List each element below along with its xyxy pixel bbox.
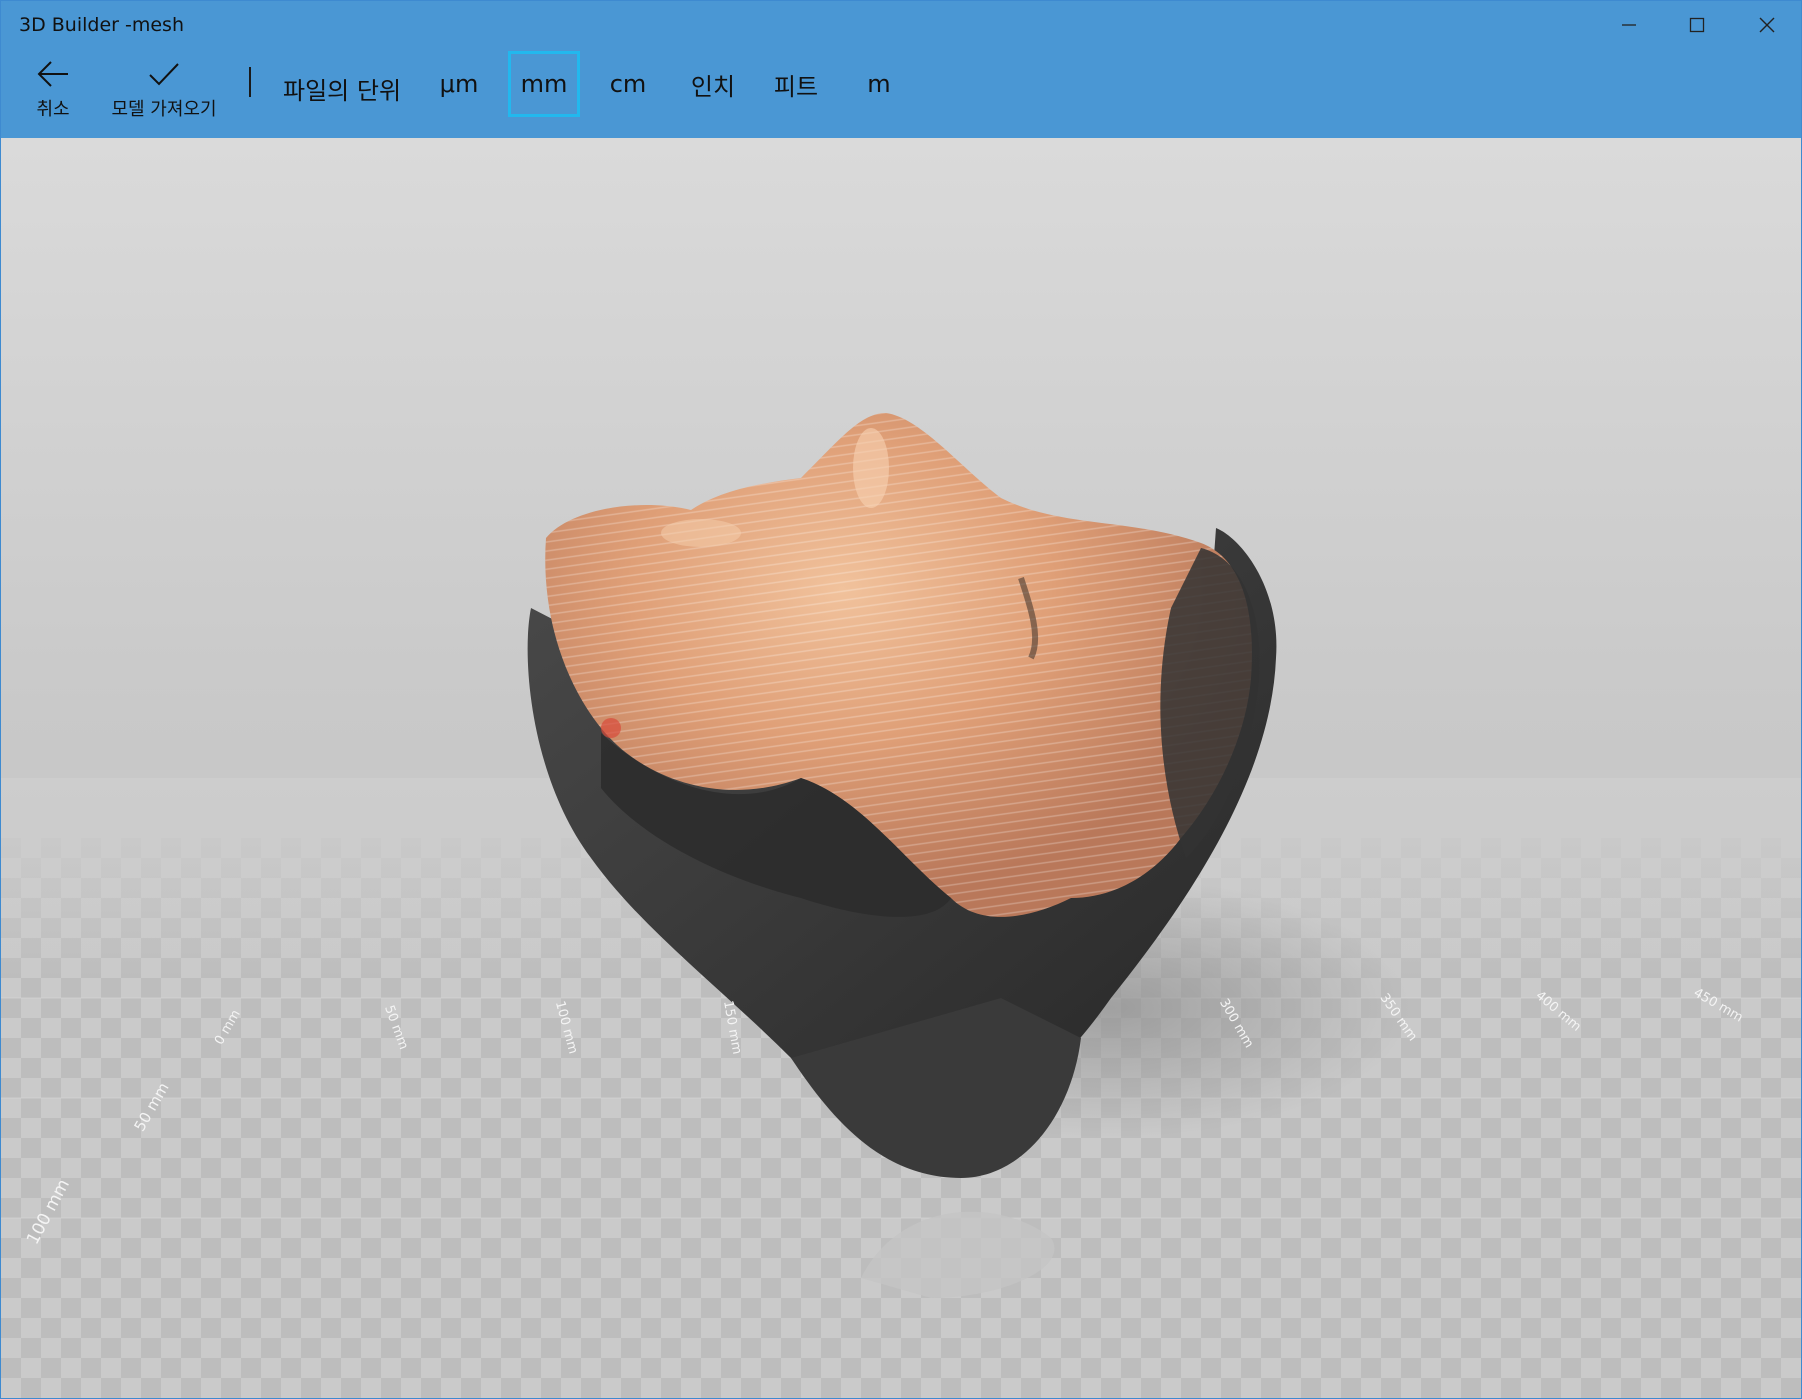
close-button[interactable] bbox=[1733, 1, 1801, 49]
minimize-button[interactable] bbox=[1595, 1, 1663, 49]
back-arrow-icon bbox=[37, 61, 68, 87]
unit-option-centimeter[interactable]: cm bbox=[598, 51, 658, 117]
import-model-button[interactable]: 모델 가져오기 bbox=[105, 59, 223, 121]
unit-option-inch[interactable]: 인치 bbox=[677, 51, 749, 117]
close-icon bbox=[1759, 17, 1775, 33]
window-title: 3D Builder -mesh bbox=[19, 14, 184, 36]
maximize-button[interactable] bbox=[1663, 1, 1731, 49]
unit-option-micrometer[interactable]: μm bbox=[429, 51, 489, 117]
nose-highlight bbox=[853, 428, 889, 508]
maximize-icon bbox=[1689, 17, 1705, 33]
lip-highlight bbox=[661, 519, 741, 547]
toolbar-divider bbox=[249, 67, 251, 97]
file-units-label: 파일의 단위 bbox=[283, 77, 402, 105]
cancel-label: 취소 bbox=[36, 99, 70, 120]
unit-option-feet[interactable]: 피트 bbox=[761, 51, 831, 117]
title-and-toolbar: 3D Builder -mesh 취소 모델 가져오기 파일의 단위 μm mm… bbox=[1, 1, 1801, 138]
3d-viewport[interactable]: 0 mm 50 mm 100 mm 150 mm 300 mm 350 mm 4… bbox=[1, 138, 1801, 1398]
red-spot bbox=[601, 718, 621, 738]
scene-canvas bbox=[1, 413, 1801, 1398]
unit-option-millimeter[interactable]: mm bbox=[508, 51, 580, 117]
unit-option-meter[interactable]: m bbox=[849, 51, 909, 117]
minimize-icon bbox=[1622, 24, 1636, 26]
app-window: 3D Builder -mesh 취소 모델 가져오기 파일의 단위 μm mm… bbox=[0, 0, 1802, 1399]
import-model-label: 모델 가져오기 bbox=[111, 99, 217, 120]
checkmark-icon bbox=[149, 63, 179, 86]
cancel-button[interactable]: 취소 bbox=[27, 59, 79, 121]
